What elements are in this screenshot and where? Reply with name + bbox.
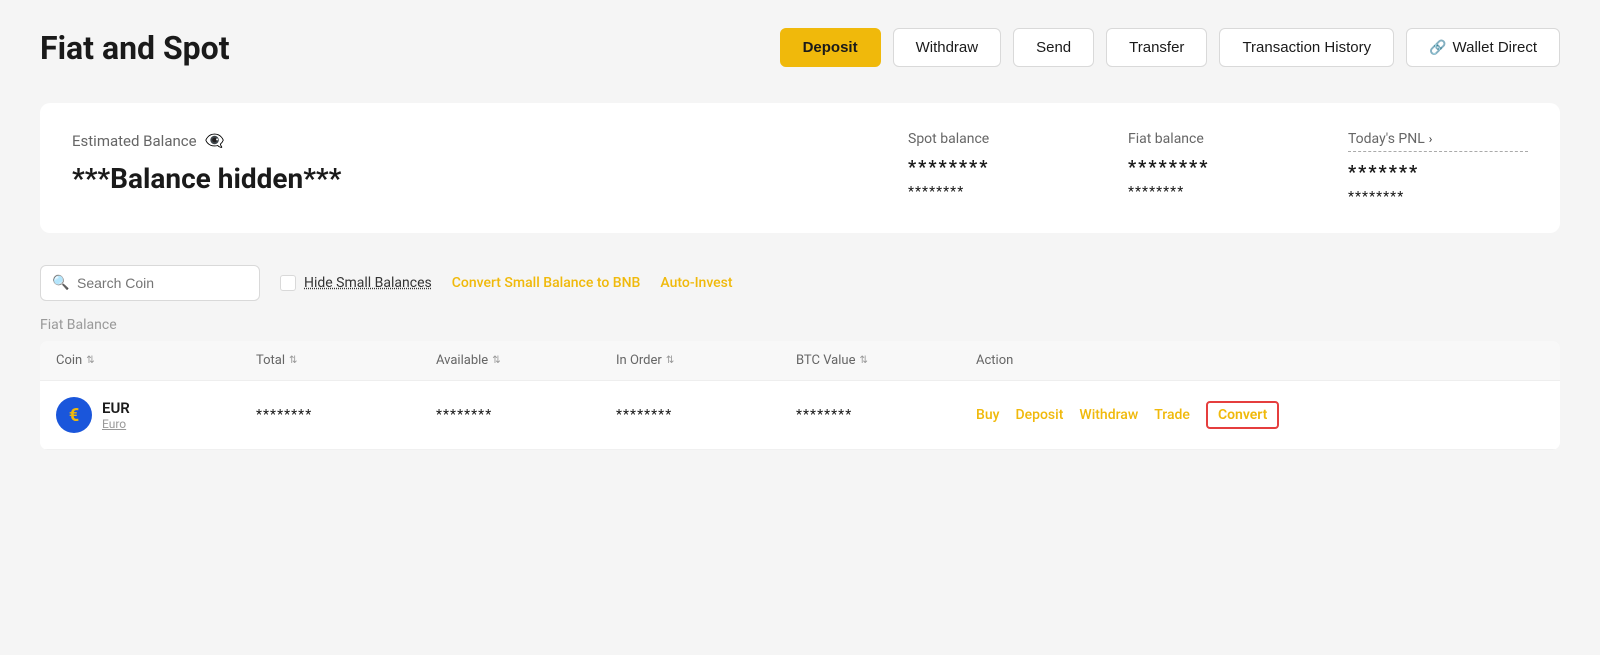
buy-link[interactable]: Buy — [976, 407, 999, 423]
col-total: Total ⇅ — [256, 353, 436, 368]
sort-icon-in-order[interactable]: ⇅ — [666, 355, 674, 366]
page-title: Fiat and Spot — [40, 29, 230, 67]
sort-icon-available[interactable]: ⇅ — [492, 355, 500, 366]
col-available: Available ⇅ — [436, 353, 616, 368]
pnl-line2: ******** — [1348, 189, 1528, 205]
chevron-right-icon: › — [1429, 132, 1433, 146]
balance-section: Estimated Balance 👁‍🗨 ***Balance hidden*… — [40, 103, 1560, 233]
convert-button[interactable]: Convert — [1206, 401, 1279, 429]
fiat-balance-col: Fiat balance ******** ******** — [1088, 131, 1308, 200]
spot-balance-label: Spot balance — [908, 131, 1088, 147]
hide-small-label: Hide Small Balances — [304, 275, 432, 291]
action-cell-eur: Buy Deposit Withdraw Trade Convert — [976, 401, 1544, 429]
fiat-balance-label: Fiat balance — [1128, 131, 1308, 147]
estimated-balance-label: Estimated Balance 👁‍🗨 — [72, 131, 868, 150]
hide-balance-icon[interactable]: 👁‍🗨 — [205, 131, 225, 150]
wallet-direct-button[interactable]: 🔗 Wallet Direct — [1406, 28, 1560, 67]
col-action: Action — [976, 353, 1544, 368]
hide-small-checkbox[interactable] — [280, 275, 296, 291]
balance-hidden-text: ***Balance hidden*** — [72, 162, 868, 195]
coin-table: Coin ⇅ Total ⇅ Available ⇅ In Order ⇅ BT… — [40, 341, 1560, 450]
in-order-value: ******** — [616, 407, 796, 423]
convert-small-balance-link[interactable]: Convert Small Balance to BNB — [452, 275, 641, 291]
trade-link[interactable]: Trade — [1154, 407, 1190, 423]
btc-value: ******** — [796, 407, 976, 423]
header: Fiat and Spot Deposit Withdraw Send Tran… — [40, 0, 1560, 87]
deposit-button[interactable]: Deposit — [780, 28, 881, 67]
filter-section: 🔍 Hide Small Balances Convert Small Bala… — [40, 249, 1560, 313]
withdraw-button[interactable]: Withdraw — [893, 28, 1002, 67]
coin-cell-eur: € EUR Euro — [56, 397, 256, 433]
search-input[interactable] — [40, 265, 260, 301]
transfer-button[interactable]: Transfer — [1106, 28, 1207, 67]
table-header: Coin ⇅ Total ⇅ Available ⇅ In Order ⇅ BT… — [40, 341, 1560, 381]
send-button[interactable]: Send — [1013, 28, 1094, 67]
coin-fullname[interactable]: Euro — [102, 417, 130, 431]
spot-balance-line2: ******** — [908, 184, 1088, 200]
coin-info: EUR Euro — [102, 399, 130, 431]
pnl-col: Today's PNL › ******* ******** — [1308, 131, 1528, 205]
sort-icon-btc-value[interactable]: ⇅ — [859, 355, 867, 366]
coin-symbol: EUR — [102, 399, 130, 417]
sort-icon-total[interactable]: ⇅ — [289, 355, 297, 366]
fiat-balance-section-label: Fiat Balance — [40, 317, 1560, 333]
fiat-balance-line1: ******** — [1128, 157, 1308, 178]
total-value: ******** — [256, 407, 436, 423]
link-icon: 🔗 — [1429, 39, 1446, 56]
search-wrap: 🔍 — [40, 265, 260, 301]
pnl-line1: ******* — [1348, 162, 1528, 183]
available-value: ******** — [436, 407, 616, 423]
col-btc-value: BTC Value ⇅ — [796, 353, 976, 368]
col-in-order: In Order ⇅ — [616, 353, 796, 368]
col-coin: Coin ⇅ — [56, 353, 256, 368]
pnl-label[interactable]: Today's PNL › — [1348, 131, 1528, 152]
deposit-link[interactable]: Deposit — [1015, 407, 1063, 423]
search-icon: 🔍 — [52, 275, 69, 291]
transaction-history-button[interactable]: Transaction History — [1219, 28, 1394, 67]
table-row: € EUR Euro ******** ******** ******** **… — [40, 381, 1560, 450]
withdraw-link[interactable]: Withdraw — [1079, 407, 1138, 423]
fiat-balance-line2: ******** — [1128, 184, 1308, 200]
avatar: € — [56, 397, 92, 433]
spot-balance-line1: ******** — [908, 157, 1088, 178]
estimated-balance-area: Estimated Balance 👁‍🗨 ***Balance hidden*… — [72, 131, 868, 195]
hide-small-balances-wrap[interactable]: Hide Small Balances — [280, 275, 432, 291]
sort-icon-coin[interactable]: ⇅ — [86, 355, 94, 366]
auto-invest-link[interactable]: Auto-Invest — [660, 275, 732, 291]
spot-balance-col: Spot balance ******** ******** — [868, 131, 1088, 200]
